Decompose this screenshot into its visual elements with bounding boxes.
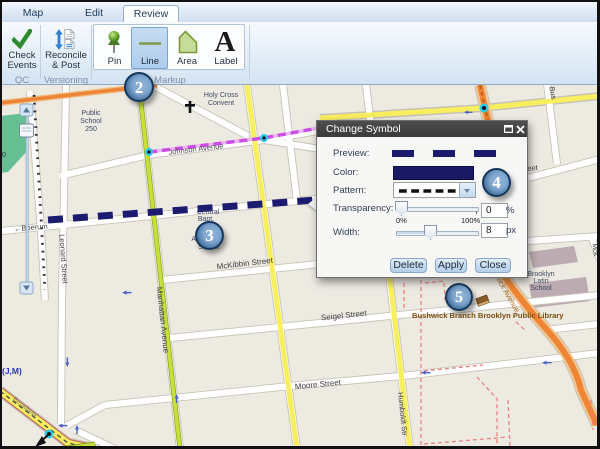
svg-text:(J,M): (J,M) [2, 366, 22, 376]
svg-text:School: School [530, 285, 552, 292]
svg-text:School: School [80, 118, 102, 125]
svg-text:0: 0 [2, 152, 6, 159]
svg-text:Public: Public [81, 110, 101, 117]
svg-text:Holy Cross: Holy Cross [204, 92, 239, 99]
svg-text:Central: Central [197, 209, 220, 216]
svg-text:Bushwick Branch Brooklyn Publi: Bushwick Branch Brooklyn Public Library [412, 311, 564, 320]
svg-text:Convent: Convent [208, 100, 234, 107]
svg-text:250: 250 [85, 126, 97, 133]
svg-text:McK: McK [591, 243, 599, 257]
svg-text:Latin: Latin [533, 278, 548, 285]
svg-text:Brooklyn: Brooklyn [527, 271, 554, 278]
